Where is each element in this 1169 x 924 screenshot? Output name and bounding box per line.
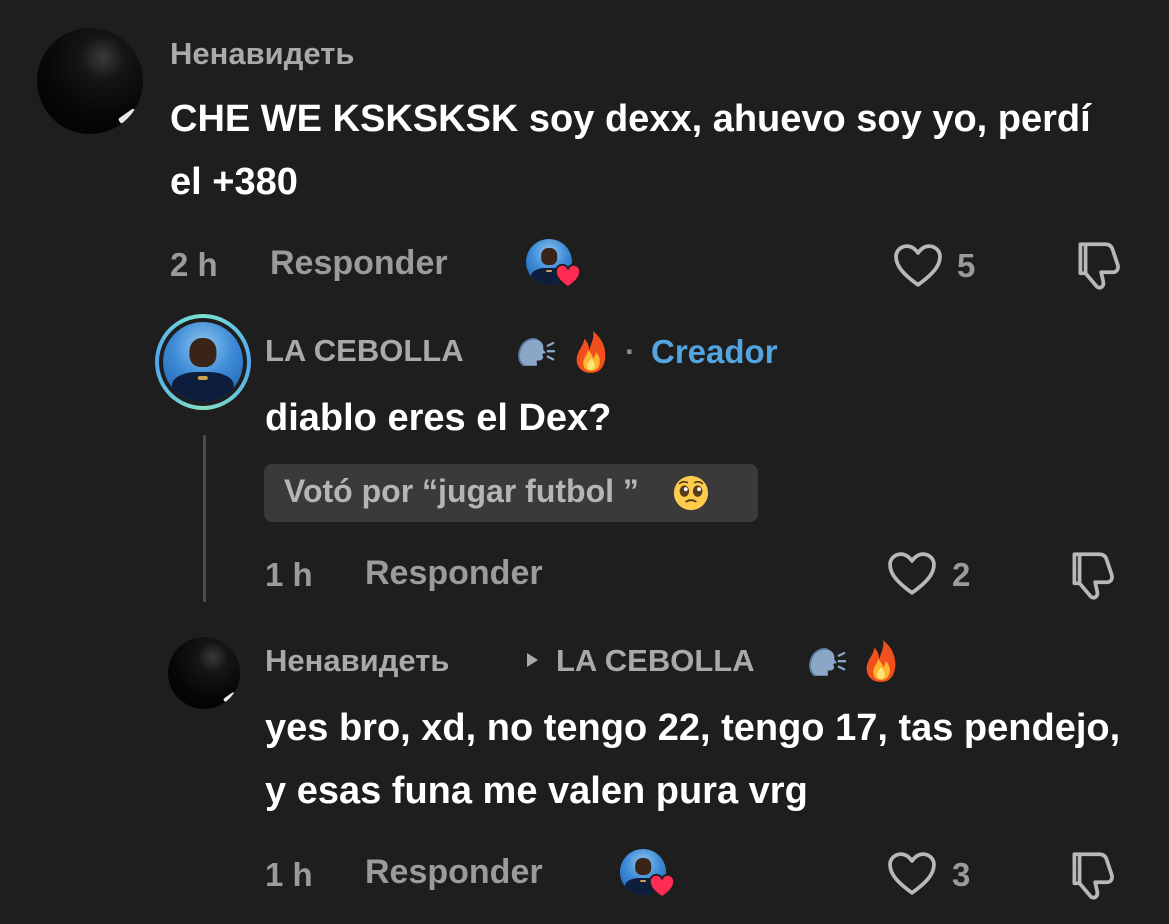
- reply-button[interactable]: Responder: [270, 244, 448, 283]
- separator-dot: ·: [625, 334, 636, 369]
- creator-heart-avatar-icon: [526, 239, 584, 293]
- comment-text: CHE WE KSKSKSK soy dexx, ahuevo soy yo, …: [170, 98, 1091, 203]
- comment-text: yes bro, xd, no tengo 22, tengo 17, tas …: [265, 707, 1121, 812]
- reply-to-username[interactable]: LA CEBOLLA: [556, 643, 755, 679]
- avatar[interactable]: [37, 28, 143, 134]
- poll-vote-chip: Votó por “jugar futbol ”: [264, 464, 758, 522]
- comment-time: 2 h: [170, 246, 218, 283]
- speaking-head-emoji: [515, 334, 555, 372]
- pleading-face-emoji: [672, 474, 710, 512]
- comment-username[interactable]: Ненавидеть: [170, 36, 354, 72]
- speaking-head-emoji: [806, 644, 846, 682]
- like-count: 5: [957, 247, 976, 284]
- avatar-story-ring[interactable]: [155, 314, 251, 410]
- avatar[interactable]: [168, 637, 240, 709]
- creator-label: Creador: [651, 333, 778, 370]
- heart-outline-icon[interactable]: [892, 243, 944, 289]
- like-count: 2: [952, 556, 971, 593]
- thumbs-down-icon[interactable]: [1070, 238, 1124, 292]
- thumbs-down-icon[interactable]: [1064, 848, 1118, 902]
- comments-thread: Ненавидеть CHE WE KSKSKSK soy dexx, ahue…: [0, 0, 1169, 924]
- comment-time: 1 h: [265, 556, 313, 593]
- fire-emoji: [572, 329, 610, 375]
- fire-emoji: [862, 638, 900, 684]
- comment-username[interactable]: Ненавидеть: [265, 643, 449, 679]
- heart-outline-icon[interactable]: [886, 851, 938, 897]
- thread-line: [203, 435, 206, 602]
- reply-button[interactable]: Responder: [365, 554, 543, 593]
- play-triangle-icon: [525, 652, 539, 668]
- like-count: 3: [952, 856, 971, 893]
- reply-button[interactable]: Responder: [365, 853, 543, 892]
- comment-username[interactable]: LA CEBOLLA: [265, 333, 464, 369]
- thumbs-down-icon[interactable]: [1064, 548, 1118, 602]
- heart-outline-icon[interactable]: [886, 551, 938, 597]
- creator-heart-avatar-icon: [620, 849, 678, 903]
- comment-time: 1 h: [265, 856, 313, 893]
- poll-vote-text: Votó por “jugar futbol ”: [284, 473, 639, 509]
- comment-text: diablo eres el Dex?: [265, 397, 612, 439]
- avatar: [163, 322, 243, 402]
